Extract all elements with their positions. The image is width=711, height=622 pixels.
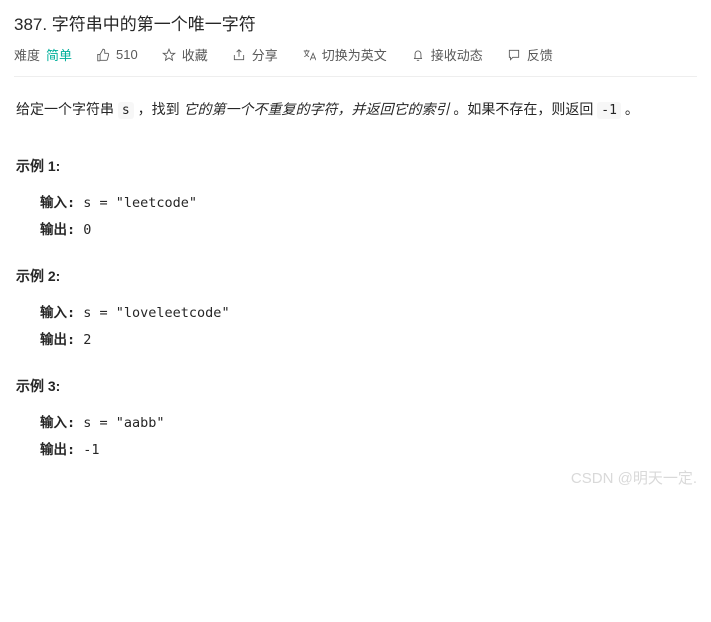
example-1: 示例 1: 输入: s = "leetcode" 输出: 0: [16, 152, 695, 244]
translate-icon: [302, 48, 316, 62]
feedback-icon: [507, 48, 521, 62]
problem-content: 给定一个字符串 s ，找到 它的第一个不重复的字符，并返回它的索引 。如果不存在…: [0, 77, 711, 496]
feedback-label: 反馈: [527, 45, 553, 64]
output-value: 0: [75, 222, 91, 238]
thumbs-up-icon: [96, 48, 110, 62]
likes-count: 510: [116, 47, 138, 62]
switch-label: 切换为英文: [322, 45, 387, 64]
share-icon: [232, 48, 246, 62]
example-block: 输入: s = "leetcode" 输出: 0: [16, 190, 695, 244]
desc-italic: 它的第一个不重复的字符，并返回它的索引: [184, 101, 450, 117]
input-label: 输入:: [40, 195, 75, 211]
input-value: s = "leetcode": [75, 195, 197, 211]
example-block: 输入: s = "loveleetcode" 输出: 2: [16, 300, 695, 354]
favorite-label: 收藏: [182, 45, 208, 64]
difficulty-value: 简单: [46, 45, 72, 64]
desc-mid1: ，找到: [134, 101, 184, 117]
bell-icon: [411, 48, 425, 62]
problem-title: 387. 字符串中的第一个唯一字符: [14, 10, 697, 35]
output-label: 输出:: [40, 222, 75, 238]
input-label: 输入:: [40, 415, 75, 431]
desc-prefix: 给定一个字符串: [16, 101, 118, 117]
example-3: 示例 3: 输入: s = "aabb" 输出: -1: [16, 372, 695, 464]
notify-label: 接收动态: [431, 45, 483, 64]
desc-suffix: 。: [621, 101, 639, 117]
example-block: 输入: s = "aabb" 输出: -1: [16, 410, 695, 464]
example-title: 示例 3:: [16, 372, 695, 400]
star-icon: [162, 48, 176, 62]
feedback-button[interactable]: 反馈: [507, 45, 553, 64]
desc-var: s: [118, 102, 134, 119]
input-value: s = "loveleetcode": [75, 305, 229, 321]
output-label: 输出:: [40, 332, 75, 348]
like-button[interactable]: 510: [96, 47, 138, 62]
output-value: -1: [75, 442, 99, 458]
share-button[interactable]: 分享: [232, 45, 278, 64]
meta-row: 难度 简单 510 收藏 分享 切换为英文: [14, 45, 697, 77]
output-label: 输出:: [40, 442, 75, 458]
desc-mid2: 。如果不存在，则返回: [450, 101, 598, 117]
switch-language-button[interactable]: 切换为英文: [302, 45, 387, 64]
difficulty: 难度 简单: [14, 45, 72, 64]
input-value: s = "aabb": [75, 415, 164, 431]
desc-neg1: -1: [597, 102, 621, 119]
output-value: 2: [75, 332, 91, 348]
example-2: 示例 2: 输入: s = "loveleetcode" 输出: 2: [16, 262, 695, 354]
share-label: 分享: [252, 45, 278, 64]
input-label: 输入:: [40, 305, 75, 321]
favorite-button[interactable]: 收藏: [162, 45, 208, 64]
notify-button[interactable]: 接收动态: [411, 45, 483, 64]
watermark: CSDN @明天一定.: [571, 467, 697, 488]
problem-description: 给定一个字符串 s ，找到 它的第一个不重复的字符，并返回它的索引 。如果不存在…: [16, 95, 695, 124]
example-title: 示例 1:: [16, 152, 695, 180]
example-title: 示例 2:: [16, 262, 695, 290]
difficulty-label: 难度: [14, 45, 40, 64]
